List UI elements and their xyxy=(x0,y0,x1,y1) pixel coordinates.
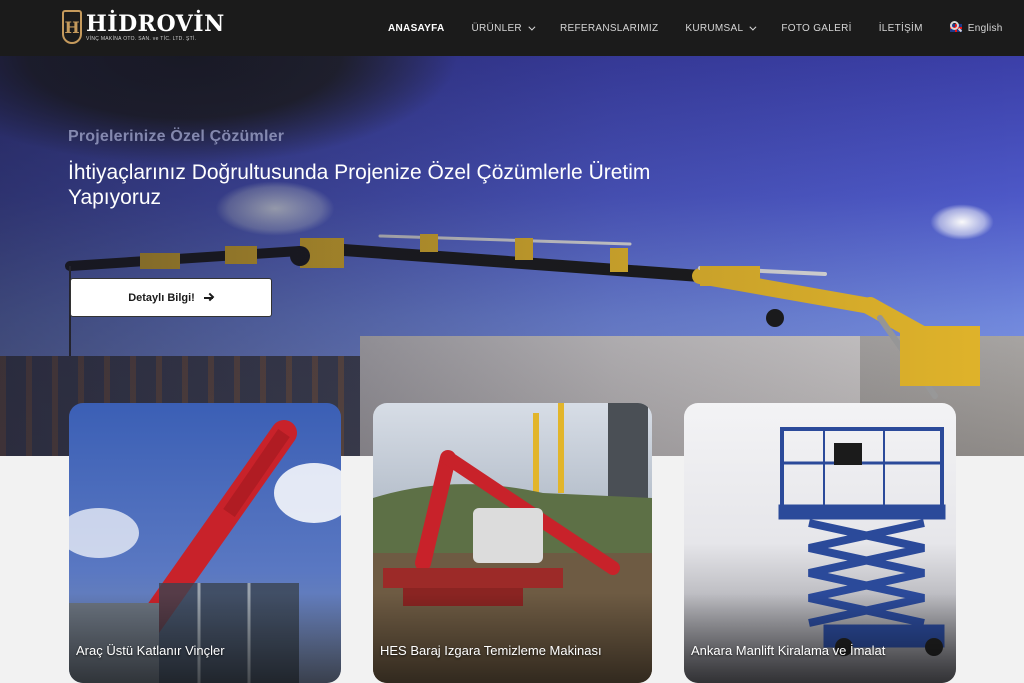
brand-logo[interactable]: H HİDROVİN VİNÇ MAKİNA OTO. SAN. ve TİC.… xyxy=(62,10,225,44)
product-card-title: Ankara Manlift Kiralama ve İmalat xyxy=(691,643,886,658)
search-button[interactable] xyxy=(950,21,963,33)
hero-title: İhtiyaçlarınız Doğrultusunda Projenize Ö… xyxy=(68,161,651,209)
hero-subtitle: Projelerinize Özel Çözümler xyxy=(68,128,285,145)
details-button[interactable]: Detaylı Bilgi! xyxy=(70,278,272,317)
brand-name: HİDROVİN xyxy=(86,10,225,37)
nav-item-contact[interactable]: İLETİŞİM xyxy=(879,23,923,34)
chevron-down-icon xyxy=(749,23,757,31)
nav-item-home[interactable]: ANASAYFA xyxy=(388,23,445,34)
arrow-right-icon xyxy=(203,292,215,303)
product-card-dam-grate-cleaner[interactable]: HES Baraj Izgara Temizleme Makinası xyxy=(373,403,652,683)
product-card-manlift[interactable]: Ankara Manlift Kiralama ve İmalat xyxy=(684,403,956,683)
hero-slider: Projelerinize Özel Çözümler İhtiyaçların… xyxy=(0,56,1024,456)
nav-item-corporate[interactable]: KURUMSAL xyxy=(685,23,757,34)
product-card-title: Araç Üstü Katlanır Vinçler xyxy=(76,643,225,658)
site-header: H HİDROVİN VİNÇ MAKİNA OTO. SAN. ve TİC.… xyxy=(0,0,1024,56)
chevron-down-icon xyxy=(528,23,536,31)
main-nav: ANASAYFA ÜRÜNLER REFERANSLARIMIZ KURUMSA… xyxy=(388,0,1024,56)
nav-item-photo-gallery[interactable]: FOTO GALERİ xyxy=(781,23,851,34)
logo-emblem-icon: H xyxy=(62,10,82,44)
brand-tagline: VİNÇ MAKİNA OTO. SAN. ve TİC. LTD. ŞTİ. xyxy=(86,35,197,42)
nav-item-products[interactable]: ÜRÜNLER xyxy=(472,23,536,34)
nav-item-references[interactable]: REFERANSLARIMIZ xyxy=(560,23,658,34)
product-card-folding-cranes[interactable]: Araç Üstü Katlanır Vinçler xyxy=(69,403,341,683)
product-card-title: HES Baraj Izgara Temizleme Makinası xyxy=(380,643,602,658)
